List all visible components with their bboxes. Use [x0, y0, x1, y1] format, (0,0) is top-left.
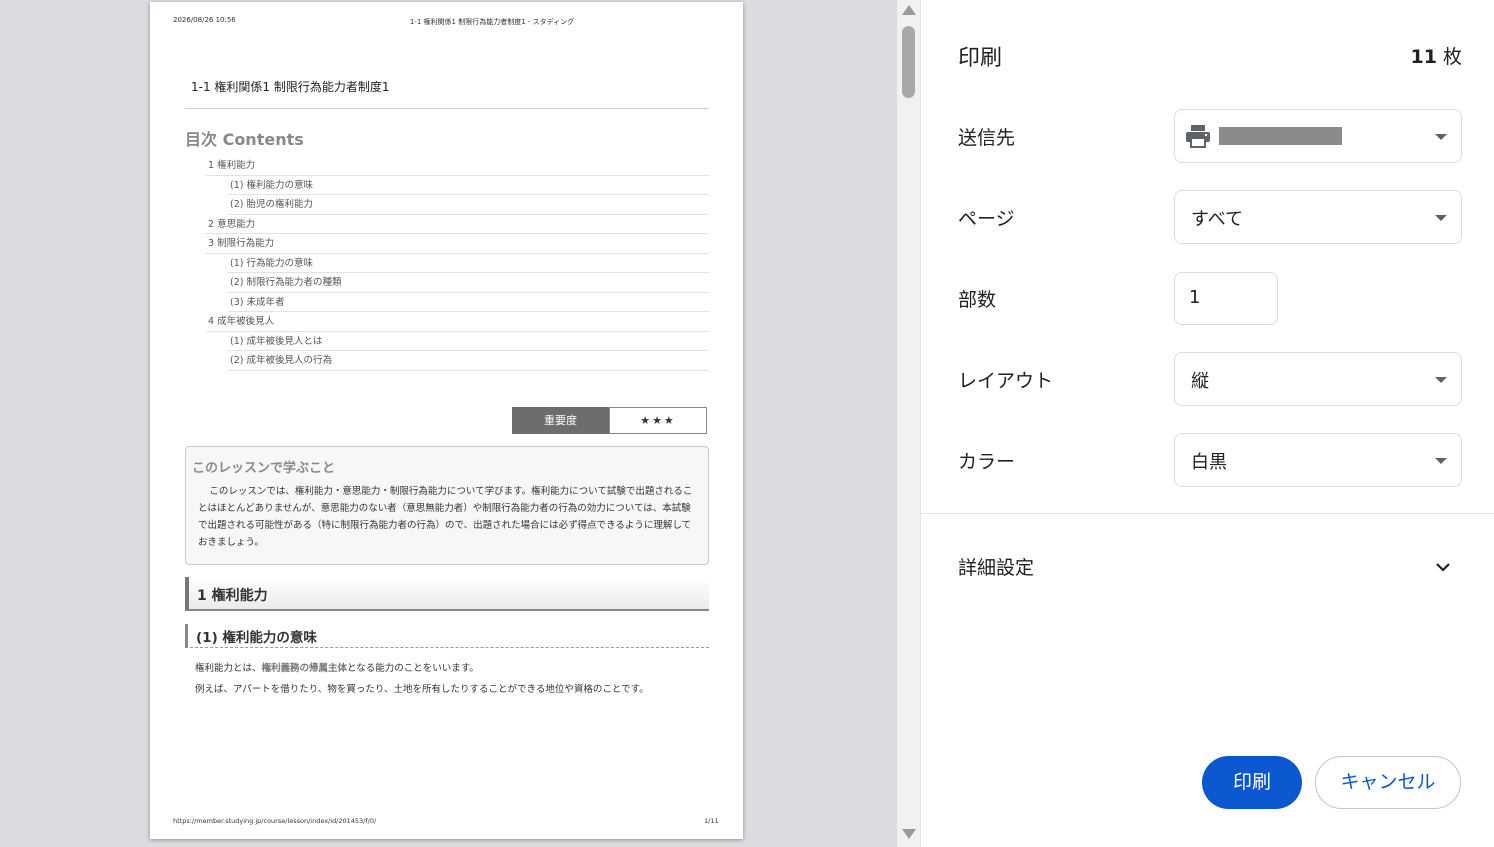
toc-title: 目次 Contents: [185, 130, 304, 149]
layout-label: レイアウト: [958, 370, 1054, 392]
sheet-count-number: 11: [1410, 46, 1437, 68]
scroll-down-arrow-icon[interactable]: [902, 829, 916, 839]
toc-item: (2) 制限行為能力者の種類: [228, 273, 709, 293]
panel-title: 印刷: [958, 46, 1003, 71]
panel-divider: [921, 513, 1494, 514]
toc-item: (3) 未成年者: [228, 293, 709, 312]
color-label: カラー: [958, 451, 1016, 473]
toc-item: (1) 権利能力の意味: [228, 176, 709, 195]
page-header-title: 1-1 権利関係1 制限行為能力者制度1 - スタディング: [409, 18, 575, 26]
color-value: 白黒: [1191, 452, 1227, 473]
section-heading-2-text: (1) 権利能力の意味: [196, 630, 317, 646]
lesson-summary-box: このレッスンで学ぶこと このレッスンでは、権利能力・意思能力・制限行為能力につい…: [185, 446, 709, 565]
importance-label: 重要度: [512, 407, 609, 434]
copies-input[interactable]: 1: [1174, 272, 1278, 325]
pages-value: すべて: [1191, 209, 1244, 230]
paragraph-2: 例えば、アパートを借りたり、物を買ったり、土地を所有したりすることができる地位や…: [195, 684, 649, 695]
preview-scrollbar[interactable]: [897, 0, 920, 847]
toc-item: (2) 成年被後見人の行為: [228, 351, 709, 371]
sheet-count: 11 枚: [1410, 42, 1462, 69]
expand-chevron-icon[interactable]: [1434, 558, 1452, 576]
layout-select[interactable]: 縦: [1174, 352, 1462, 406]
pages-select[interactable]: すべて: [1174, 190, 1462, 244]
copies-label: 部数: [958, 289, 997, 311]
print-preview-area: 2026/08/26 10:56 1-1 権利関係1 制限行為能力者制度1 - …: [0, 0, 920, 847]
section-heading-2: (1) 権利能力の意味: [185, 624, 709, 648]
copies-value: 1: [1189, 287, 1201, 308]
toc-item: (1) 行為能力の意味: [228, 254, 709, 273]
toc-item: (1) 成年被後見人とは: [228, 332, 709, 351]
table-of-contents: 1 権利能力 (1) 権利能力の意味 (2) 胎児の権利能力 2 意思能力 3 制限行為…: [205, 156, 709, 371]
pages-label: ページ: [958, 208, 1015, 230]
toc-item: 1 権利能力: [205, 156, 709, 176]
paragraph-1: 権利能力とは、権利義務の帰属主体となる能力のことをいいます。: [195, 660, 479, 674]
advanced-settings-toggle[interactable]: 詳細設定: [958, 553, 1034, 580]
page-header-date: 2026/08/26 10:56: [173, 16, 236, 24]
toc-item: (2) 胎児の権利能力: [228, 195, 709, 215]
document-title: 1-1 権利関係1 制限行為能力者制度1: [191, 80, 390, 94]
sheet-count-unit: 枚: [1442, 46, 1462, 68]
paragraph-1-highlight: 権利義務の帰属主体: [261, 663, 348, 674]
lesson-summary-body: このレッスンでは、権利能力・意思能力・制限行為能力について学びます。権利能力につ…: [198, 486, 693, 548]
destination-label: 送信先: [958, 127, 1016, 149]
lesson-summary-title: このレッスンで学ぶこと: [192, 461, 336, 476]
layout-value: 縦: [1191, 371, 1209, 392]
chevron-down-icon: [1435, 215, 1447, 221]
page-footer-url: https://member.studying.jp/course/lesson…: [173, 817, 377, 825]
destination-select[interactable]: [1174, 109, 1462, 163]
page-footer-number: 1/11: [704, 817, 719, 825]
cancel-button[interactable]: キャンセル: [1315, 756, 1461, 809]
toc-item: 2 意思能力: [205, 215, 709, 234]
paragraph-1-start: 権利能力とは、: [195, 663, 262, 674]
print-button[interactable]: 印刷: [1202, 756, 1302, 809]
importance-stars: ★★★: [609, 407, 707, 434]
scrollbar-thumb[interactable]: [902, 26, 915, 98]
chevron-down-icon: [1435, 377, 1447, 383]
toc-item: 3 制限行為能力: [205, 234, 709, 254]
color-select[interactable]: 白黒: [1174, 433, 1462, 487]
printer-icon: [1186, 125, 1210, 148]
importance-rating: 重要度 ★★★: [512, 407, 707, 434]
paragraph-1-end: となる能力のことをいいます。: [347, 663, 479, 674]
section-heading-1-text: 1 権利能力: [197, 588, 268, 604]
print-settings-panel: 印刷 11 枚 送信先 ページ すべて 部数 1 レイアウト 縦 カラー 白黒 …: [920, 0, 1494, 847]
chevron-down-icon: [1435, 134, 1447, 140]
section-heading-1: 1 権利能力: [185, 577, 709, 611]
title-divider: [185, 108, 709, 109]
chevron-down-icon: [1435, 458, 1447, 464]
scroll-up-arrow-icon[interactable]: [902, 5, 916, 15]
printer-name-redacted: [1219, 127, 1342, 145]
toc-item: 4 成年被後見人: [205, 312, 709, 332]
preview-page: 2026/08/26 10:56 1-1 権利関係1 制限行為能力者制度1 - …: [150, 2, 743, 839]
